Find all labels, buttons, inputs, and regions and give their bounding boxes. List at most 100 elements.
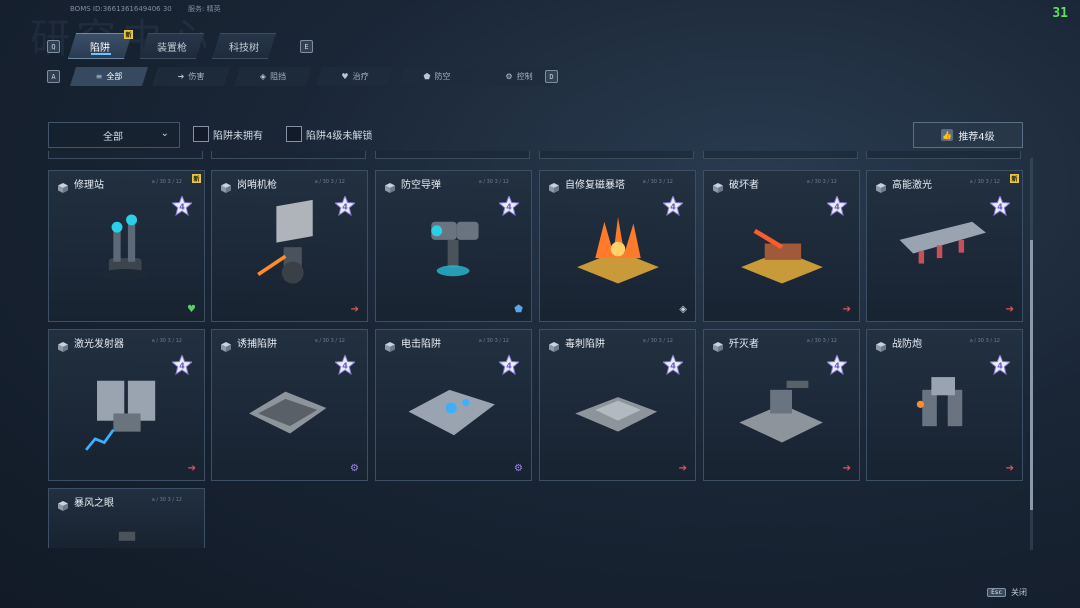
shield-icon: ⬟ — [423, 72, 431, 81]
fps-counter: 31 — [1052, 6, 1068, 21]
trap-card[interactable]: 防空导弹 a / 30 3 / 12 4 ⬟ — [375, 170, 532, 322]
filter-not-owned[interactable]: 陷阱未拥有 — [193, 126, 263, 142]
cube-icon — [385, 337, 395, 352]
trap-name: 诱捕陷阱 — [237, 339, 277, 350]
trap-tag: a / 30 3 / 12 — [478, 338, 509, 344]
trap-illustration — [575, 397, 658, 432]
trap-name: 电击陷阱 — [401, 339, 441, 350]
star-level-text: 4 — [506, 203, 512, 212]
trap-tag: a / 30 3 / 12 — [151, 179, 182, 185]
shield-half-icon: ◈ — [259, 72, 267, 81]
trap-card[interactable]: 歼灭者 a / 30 3 / 12 4 ➔ — [703, 329, 860, 481]
subtab-anti-air[interactable]: ⬟ 防空 — [398, 67, 476, 86]
trap-card[interactable]: 电击陷阱 a / 30 3 / 12 4 ⚙ — [375, 329, 532, 481]
close-hint[interactable]: Esc 关闭 — [987, 587, 1027, 598]
trap-illustration — [249, 391, 327, 434]
trap-tag: a / 30 3 / 12 — [969, 179, 1000, 185]
checkbox-not-owned[interactable] — [193, 126, 209, 142]
server-text: 服务: 精英 — [187, 5, 221, 13]
checkbox-not-owned-label: 陷阱未拥有 — [213, 130, 263, 142]
checkbox-level4-locked-label: 陷阱4级未解锁 — [306, 130, 373, 142]
star-level-text: 4 — [342, 203, 348, 212]
subtab-all-label: 全部 — [106, 72, 123, 81]
scrollbar-thumb[interactable] — [1030, 240, 1033, 510]
tab-tech-tree-label: 科技树 — [229, 42, 259, 54]
gear-icon: ⚙ — [350, 463, 359, 474]
heart-icon: ♥ — [187, 304, 196, 315]
trap-card[interactable]: 暴风之眼 a / 30 3 / 12 — [48, 488, 205, 548]
trap-tag: a / 30 3 / 12 — [642, 179, 673, 185]
trap-card[interactable]: 自修复磁暴塔 a / 30 3 / 12 4 ◈ — [539, 170, 696, 322]
tab-traps[interactable]: 陷阱 — [68, 33, 132, 59]
gear-icon: ⚙ — [514, 463, 523, 474]
shield-icon: ⬟ — [514, 304, 523, 315]
trap-name: 战防炮 — [892, 339, 922, 350]
trap-card[interactable]: 战防炮 a / 30 3 / 12 4 ➔ — [866, 329, 1023, 481]
tab-turrets[interactable]: 装置枪 — [140, 33, 204, 59]
trap-illustration — [118, 531, 136, 541]
trap-card[interactable]: 诱捕陷阱 a / 30 3 / 12 4 ⚙ — [211, 329, 368, 481]
tab-traps-new-badge: 新 — [124, 30, 133, 39]
thumbs-up-icon: 👍 — [941, 129, 954, 141]
trap-name: 歼灭者 — [729, 339, 759, 350]
category-select[interactable]: 全部 ⌄ — [48, 122, 180, 148]
star-level-text: 4 — [179, 203, 185, 212]
subtab-heal[interactable]: ♥ 治疗 — [316, 67, 394, 86]
key-hint-q: Q — [47, 40, 60, 53]
trap-tag: a / 30 3 / 12 — [642, 338, 673, 344]
recommend-label: 推荐4级 — [958, 131, 995, 143]
trap-tag: a / 30 3 / 12 — [151, 497, 182, 503]
arrow-icon: ➔ — [187, 463, 196, 474]
trap-card[interactable]: 修理站 a / 30 3 / 12 4 ♥ 新 — [48, 170, 205, 322]
tab-tech-tree[interactable]: 科技树 — [212, 33, 276, 59]
star-level-text: 4 — [342, 362, 348, 371]
subtab-all[interactable]: ≡ 全部 — [70, 67, 148, 86]
key-hint-a: A — [47, 70, 60, 83]
cube-icon — [713, 337, 723, 352]
cube-icon — [549, 337, 559, 352]
trap-tag: a / 30 3 / 12 — [969, 338, 1000, 344]
trap-name: 防空导弹 — [401, 180, 441, 191]
subtab-block[interactable]: ◈ 阻挡 — [234, 67, 312, 86]
close-label: 关闭 — [1011, 588, 1027, 597]
trap-name: 自修复磁暴塔 — [565, 180, 625, 191]
trap-tag: a / 30 3 / 12 — [478, 179, 509, 185]
subtab-damage-label: 伤害 — [188, 72, 205, 81]
recommend-level4-button[interactable]: 👍 推荐4级 — [913, 122, 1023, 148]
trap-name: 修理站 — [74, 180, 104, 191]
trap-illustration — [257, 199, 313, 284]
shield-half-icon: ◈ — [679, 304, 687, 315]
checkbox-level4-locked[interactable] — [286, 126, 302, 142]
subtab-control-label: 控制 — [516, 72, 533, 81]
key-hint-d: D — [545, 70, 558, 83]
star-level-text: 4 — [834, 203, 840, 212]
trap-card[interactable]: 毒刺陷阱 a / 30 3 / 12 4 ➔ — [539, 329, 696, 481]
trap-illustration — [85, 380, 156, 451]
tab-turrets-label: 装置枪 — [157, 42, 187, 54]
esc-key: Esc — [987, 588, 1006, 597]
trap-card[interactable]: 破坏者 a / 30 3 / 12 4 ➔ — [703, 170, 860, 322]
trap-illustration — [408, 389, 495, 436]
cube-icon — [713, 178, 723, 193]
cube-icon — [221, 178, 231, 193]
trap-illustration — [577, 217, 659, 284]
trap-name: 激光发射器 — [74, 339, 124, 350]
arrow-icon: ➔ — [842, 463, 851, 474]
trap-tag: a / 30 3 / 12 — [151, 338, 182, 344]
filter-tab-bar: ≡ 全部 ➔ 伤害 ◈ 阻挡 ♥ 治疗 ⬟ 防空 ⚙ 控制 — [70, 67, 562, 86]
trap-card[interactable]: 高能激光 a / 30 3 / 12 4 ➔ 新 — [866, 170, 1023, 322]
filter-level4-locked[interactable]: 陷阱4级未解锁 — [286, 126, 372, 142]
cube-icon — [58, 178, 68, 193]
trap-name: 毒刺陷阱 — [565, 339, 605, 350]
cube-icon — [58, 496, 68, 511]
trap-card[interactable]: 激光发射器 a / 30 3 / 12 4 ➔ — [48, 329, 205, 481]
star-level-text: 4 — [997, 362, 1003, 371]
star-level-text: 4 — [834, 362, 840, 371]
trap-tag: a / 30 3 / 12 — [314, 179, 345, 185]
subtab-damage[interactable]: ➔ 伤害 — [152, 67, 230, 86]
trap-name: 高能激光 — [892, 180, 932, 191]
trap-illustration — [739, 380, 823, 443]
trap-card[interactable]: 岗哨机枪 a / 30 3 / 12 4 ➔ — [211, 170, 368, 322]
user-id-line: BOMS ID:3661361649406 30 服务: 精英 — [70, 4, 235, 14]
cube-icon — [385, 178, 395, 193]
